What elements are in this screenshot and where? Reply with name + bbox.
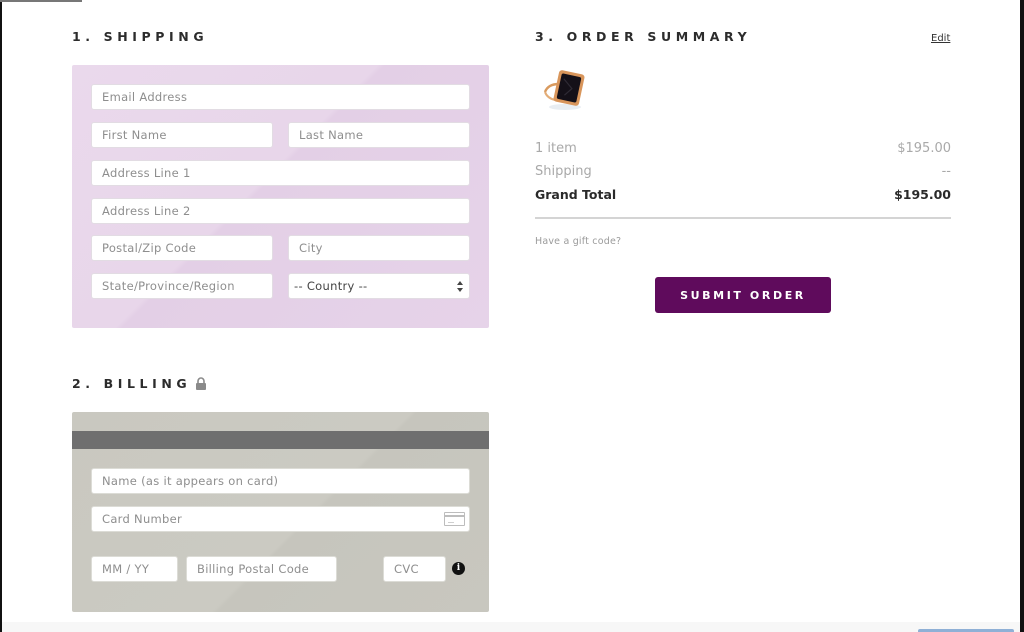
summary-row-items: 1 item $195.00 (535, 141, 951, 156)
email-input[interactable] (102, 85, 469, 109)
product-image (540, 66, 590, 112)
summary-row-shipping: Shipping -- (535, 164, 951, 179)
select-arrows-icon (457, 281, 463, 292)
billing-card-panel (72, 412, 489, 612)
summary-row-grand-total: Grand Total $195.00 (535, 187, 951, 202)
country-select-value: -- Country -- (294, 279, 368, 293)
items-value: $195.00 (897, 141, 951, 156)
state-field[interactable] (91, 273, 273, 299)
credit-card-icon (444, 512, 465, 526)
lock-icon (195, 377, 207, 390)
summary-divider (535, 217, 951, 219)
grand-total-value: $195.00 (894, 187, 951, 202)
expiry-input[interactable] (102, 557, 177, 581)
address-line-2-input[interactable] (102, 199, 469, 223)
gift-code-link[interactable]: Have a gift code? (535, 236, 621, 247)
submit-order-button[interactable]: SUBMIT ORDER (655, 277, 831, 313)
cvc-input[interactable] (394, 557, 445, 581)
first-name-field[interactable] (91, 122, 273, 148)
shipping-label: Shipping (535, 164, 592, 179)
address-line-2-field[interactable] (91, 198, 470, 224)
first-name-input[interactable] (102, 123, 272, 147)
state-input[interactable] (102, 274, 272, 298)
city-input[interactable] (299, 236, 469, 260)
edit-order-link[interactable]: Edit (931, 33, 950, 44)
info-icon[interactable]: i (452, 562, 465, 575)
country-select[interactable]: -- Country -- (288, 273, 470, 299)
billing-title-text: 2. BILLING (72, 376, 192, 391)
expiry-field[interactable] (91, 556, 178, 582)
top-edge-strip (0, 0, 82, 2)
billing-section-title: 2. BILLING (72, 376, 207, 391)
grand-total-label: Grand Total (535, 187, 617, 202)
address-line-1-field[interactable] (91, 160, 470, 186)
last-name-input[interactable] (299, 123, 469, 147)
window-left-border (0, 0, 2, 632)
city-field[interactable] (288, 235, 470, 261)
order-summary-title: 3. ORDER SUMMARY (535, 29, 752, 44)
shipping-section-title: 1. SHIPPING (72, 29, 209, 44)
shipping-value: -- (941, 164, 951, 179)
billing-postal-input[interactable] (197, 557, 336, 581)
window-right-border (1020, 0, 1024, 632)
items-label: 1 item (535, 141, 577, 156)
card-magnetic-stripe (72, 431, 489, 449)
postal-code-field[interactable] (91, 235, 273, 261)
billing-postal-field[interactable] (186, 556, 337, 582)
last-name-field[interactable] (288, 122, 470, 148)
address-line-1-input[interactable] (102, 161, 469, 185)
postal-code-input[interactable] (102, 236, 272, 260)
card-name-field[interactable] (91, 468, 470, 494)
card-name-input[interactable] (102, 469, 469, 493)
bottom-edge (2, 622, 1020, 632)
shipping-form-panel: -- Country -- (72, 65, 489, 328)
card-number-field[interactable] (91, 506, 470, 532)
card-number-input[interactable] (102, 507, 469, 531)
cvc-field[interactable] (383, 556, 446, 582)
email-field[interactable] (91, 84, 470, 110)
ring-icon (543, 70, 585, 110)
